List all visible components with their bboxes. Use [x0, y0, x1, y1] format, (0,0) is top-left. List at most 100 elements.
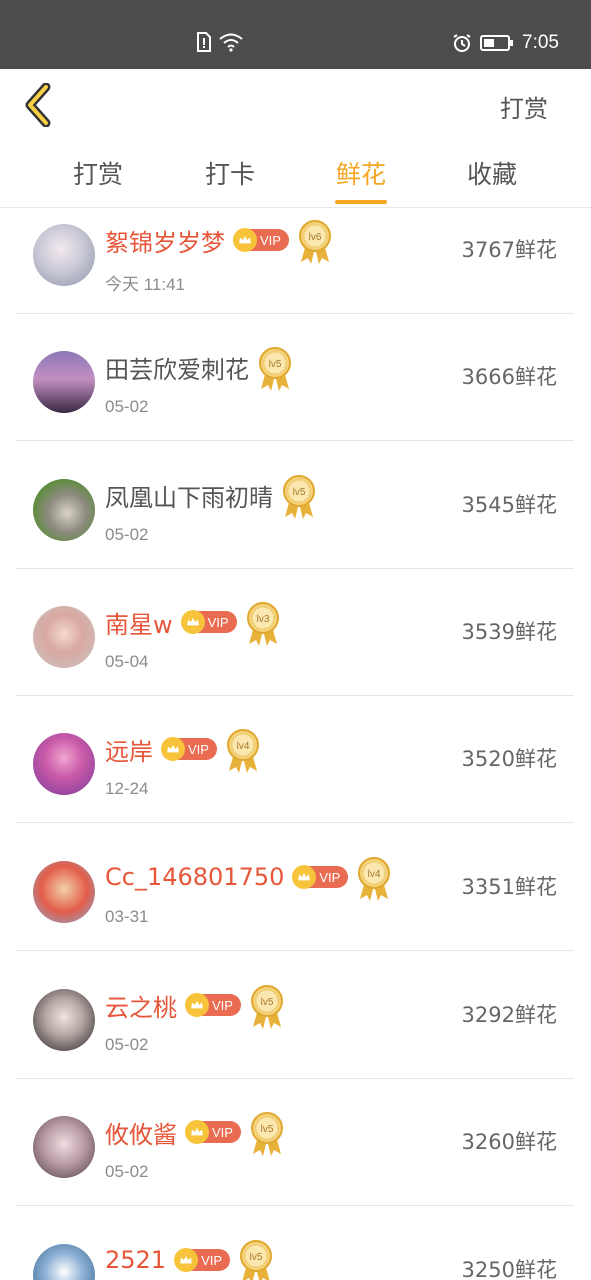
svg-text:lv4: lv4	[368, 869, 381, 880]
active-tab-indicator	[335, 200, 387, 204]
vip-badge: VIP	[292, 865, 349, 889]
user-name[interactable]: 2521	[105, 1246, 166, 1274]
sim-alert-icon	[197, 32, 211, 52]
user-name[interactable]: 云之桃	[105, 988, 177, 1023]
list-item[interactable]: 田芸欣爱刺花 lv5 05-02 3666鲜花	[16, 313, 574, 441]
user-name[interactable]: 田芸欣爱刺花	[105, 350, 249, 385]
level-medal-icon: lv5	[281, 473, 317, 521]
flower-count: 3250鲜花	[461, 1258, 557, 1280]
level-medal-icon: lv3	[245, 600, 281, 648]
status-icons-center	[196, 32, 244, 52]
list-item[interactable]: 云之桃 VIP lv5 05-02 3292鲜花	[16, 951, 574, 1079]
avatar[interactable]	[33, 989, 95, 1051]
level-medal-icon: lv4	[225, 727, 261, 775]
avatar[interactable]	[33, 1244, 95, 1280]
crown-icon	[185, 993, 209, 1017]
svg-text:lv3: lv3	[256, 614, 269, 625]
level-medal-icon: lv5	[257, 345, 293, 393]
crown-icon	[185, 1120, 209, 1144]
date-label: 05-02	[105, 1035, 149, 1054]
vip-label: VIP	[201, 1252, 223, 1268]
list-item[interactable]: 南星w VIP lv3 05-04 3539鲜花	[16, 568, 574, 696]
name-line: 攸攸酱 VIP lv5	[105, 1110, 285, 1156]
flower-ranking-list: 絮锦岁岁梦 VIP lv6 今天 11:41 3767鲜花田芸欣爱刺花 lv5 0…	[0, 208, 591, 1280]
vip-badge: VIP	[161, 737, 217, 761]
avatar[interactable]	[33, 479, 95, 541]
crown-icon	[180, 610, 205, 634]
wifi-icon	[219, 33, 243, 52]
svg-text:lv4: lv4	[237, 741, 250, 752]
crown-icon	[233, 228, 257, 252]
level-medal-icon: lv6	[297, 218, 333, 266]
level-medal-icon: lv5	[238, 1238, 274, 1280]
list-item[interactable]: 絮锦岁岁梦 VIP lv6 今天 11:41 3767鲜花	[16, 208, 574, 314]
crown-icon	[292, 865, 317, 889]
header-reward-button[interactable]: 打赏	[500, 89, 548, 124]
tab-favorites[interactable]: 收藏	[442, 155, 542, 191]
list-item[interactable]: 攸攸酱 VIP lv5 05-02 3260鲜花	[16, 1078, 574, 1206]
flower-count: 3292鲜花	[461, 1003, 557, 1027]
svg-text:lv5: lv5	[261, 1124, 274, 1135]
name-line: 田芸欣爱刺花 lv5	[105, 345, 293, 391]
avatar[interactable]	[33, 351, 95, 413]
svg-text:lv6: lv6	[309, 232, 322, 243]
status-time: 7:05	[522, 32, 559, 53]
flower-count: 3539鲜花	[461, 620, 557, 644]
name-line: 2521 VIP lv5	[105, 1238, 274, 1280]
back-button[interactable]	[20, 82, 60, 128]
chevron-left-icon	[25, 82, 51, 128]
level-medal-icon: lv5	[249, 1110, 285, 1158]
tab-reward[interactable]: 打赏	[48, 155, 148, 191]
vip-badge: VIP	[180, 610, 237, 634]
date-label: 05-02	[105, 525, 149, 544]
flower-count: 3767鲜花	[461, 238, 557, 262]
vip-label: VIP	[212, 1124, 233, 1140]
avatar[interactable]	[33, 733, 95, 795]
user-name[interactable]: 攸攸酱	[105, 1115, 177, 1150]
battery-icon	[480, 35, 514, 51]
date-label: 05-02	[105, 397, 149, 416]
avatar[interactable]	[33, 861, 95, 923]
user-name[interactable]: 远岸	[105, 732, 153, 767]
tab-bar: 打赏 打卡 鲜花 收藏	[0, 141, 591, 208]
user-name[interactable]: 南星w	[105, 605, 173, 640]
date-label: 05-04	[105, 652, 149, 671]
date-label: 12-24	[105, 779, 149, 798]
flower-count: 3351鲜花	[461, 875, 557, 899]
svg-text:lv5: lv5	[269, 359, 282, 370]
list-item[interactable]: 2521 VIP lv5 3250鲜花	[16, 1206, 574, 1280]
tab-checkin[interactable]: 打卡	[180, 155, 280, 191]
name-line: 云之桃 VIP lv5	[105, 983, 285, 1029]
user-name[interactable]: Cc_146801750	[105, 863, 284, 891]
vip-label: VIP	[212, 997, 233, 1013]
flower-count: 3520鲜花	[461, 747, 557, 771]
user-name[interactable]: 凤凰山下雨初晴	[105, 478, 273, 513]
vip-badge: VIP	[233, 228, 289, 252]
vip-label: VIP	[260, 232, 281, 248]
vip-badge: VIP	[174, 1248, 231, 1272]
flower-count: 3666鲜花	[461, 365, 557, 389]
flower-count: 3260鲜花	[461, 1130, 557, 1154]
name-line: 远岸 VIP lv4	[105, 727, 261, 773]
avatar[interactable]	[33, 224, 95, 286]
svg-text:lv5: lv5	[293, 487, 306, 498]
user-name[interactable]: 絮锦岁岁梦	[105, 223, 225, 258]
tab-flowers[interactable]: 鲜花	[311, 155, 411, 191]
list-item[interactable]: Cc_146801750 VIP lv4 03-31 3351鲜花	[16, 823, 574, 951]
svg-text:lv5: lv5	[250, 1252, 263, 1263]
svg-text:lv5: lv5	[261, 997, 274, 1008]
date-label: 03-31	[105, 907, 149, 926]
flower-count: 3545鲜花	[461, 493, 557, 517]
list-item[interactable]: 远岸 VIP lv4 12-24 3520鲜花	[16, 695, 574, 823]
avatar[interactable]	[33, 606, 95, 668]
status-bar: 7:05	[0, 0, 591, 69]
level-medal-icon: lv5	[249, 983, 285, 1031]
list-item[interactable]: 凤凰山下雨初晴 lv5 05-02 3545鲜花	[16, 441, 574, 569]
date-label: 05-02	[105, 1162, 149, 1181]
level-medal-icon: lv4	[356, 855, 392, 903]
date-label: 今天 11:41	[105, 275, 186, 294]
name-line: 南星w VIP lv3	[105, 600, 281, 646]
top-header: 打赏	[0, 69, 591, 141]
avatar[interactable]	[33, 1116, 95, 1178]
vip-badge: VIP	[185, 993, 241, 1017]
